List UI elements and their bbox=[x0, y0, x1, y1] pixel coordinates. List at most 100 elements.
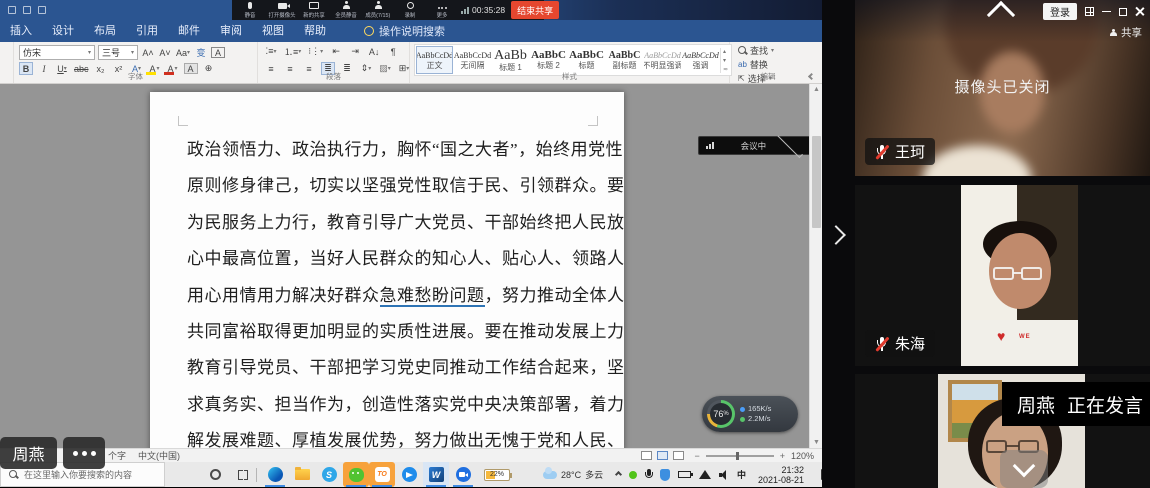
layout-grid-icon[interactable] bbox=[1085, 7, 1094, 16]
phonetic-guide-icon[interactable]: 变 bbox=[194, 46, 208, 59]
record-button[interactable]: 录制 bbox=[397, 1, 423, 19]
zoom-in-icon[interactable]: + bbox=[780, 451, 785, 461]
font-size-combo[interactable]: 三号▾ bbox=[98, 45, 138, 60]
tab-layout[interactable]: 布局 bbox=[84, 20, 126, 42]
font-name-combo[interactable]: 仿宋▾ bbox=[19, 45, 95, 60]
camera-button[interactable]: 打开摄像头 bbox=[269, 1, 295, 19]
grow-font-icon[interactable]: A˄ bbox=[141, 46, 155, 59]
tab-help[interactable]: 帮助 bbox=[294, 20, 336, 42]
language-status[interactable]: 中文(中国) bbox=[138, 449, 180, 462]
change-case-icon[interactable]: Aa▾ bbox=[175, 46, 191, 59]
battery-widget[interactable]: 22% bbox=[480, 462, 514, 487]
hidden-icons-chevron[interactable] bbox=[615, 471, 622, 478]
tray-speaker-icon[interactable] bbox=[719, 470, 729, 480]
read-mode-icon[interactable] bbox=[641, 451, 652, 460]
tray-mic-icon[interactable] bbox=[645, 469, 652, 481]
quick-access-toolbar[interactable] bbox=[8, 6, 46, 14]
style-normal[interactable]: AaBbCcDd正文 bbox=[416, 46, 453, 74]
style-subtitle[interactable]: AaBbC副标题 bbox=[606, 46, 643, 74]
styles-scroll-down-icon[interactable]: ▾ bbox=[723, 57, 728, 64]
shrink-font-icon[interactable]: A˅ bbox=[158, 46, 172, 59]
decrease-indent-icon[interactable]: ⇤ bbox=[329, 45, 343, 58]
web-layout-icon[interactable] bbox=[673, 451, 684, 460]
redo-icon[interactable] bbox=[38, 6, 46, 14]
print-layout-icon[interactable] bbox=[657, 451, 668, 460]
video-tile-wangke[interactable]: 登录 共享 摄像头已关闭 王珂 bbox=[855, 0, 1150, 176]
mute-button[interactable]: 静音 bbox=[237, 1, 263, 19]
increase-indent-icon[interactable]: ⇥ bbox=[348, 45, 362, 58]
style-heading1[interactable]: AaBb标题 1 bbox=[492, 46, 529, 74]
style-subtle-emphasis[interactable]: AaBbCcDd不明显强调 bbox=[644, 46, 681, 74]
word-taskbar-button[interactable]: W bbox=[423, 462, 449, 487]
scroll-down-icon[interactable]: ▼ bbox=[813, 439, 820, 446]
members-button[interactable]: 成员(7/15) bbox=[365, 1, 391, 19]
maximize-icon[interactable] bbox=[1119, 8, 1127, 16]
to-app-button[interactable]: TO bbox=[369, 462, 395, 487]
numbering-icon[interactable]: ⒈≡▾ bbox=[283, 45, 302, 58]
meeting-app-button[interactable] bbox=[450, 462, 476, 487]
floating-more-chip[interactable] bbox=[63, 437, 105, 469]
multilevel-list-icon[interactable]: ⁝⋮▾ bbox=[307, 45, 324, 58]
cortana-button[interactable] bbox=[202, 462, 228, 487]
floating-participant-chip[interactable]: 周燕 bbox=[0, 437, 57, 469]
browser-360-button[interactable]: S bbox=[316, 462, 342, 487]
zoom-out-icon[interactable]: − bbox=[694, 451, 699, 461]
wechat-button[interactable] bbox=[343, 462, 369, 487]
style-heading2[interactable]: AaBbC标题 2 bbox=[530, 46, 567, 74]
tray-green-dot-icon[interactable] bbox=[629, 471, 637, 479]
show-marks-icon[interactable]: ¶ bbox=[386, 45, 400, 58]
ime-indicator[interactable]: 中 bbox=[737, 468, 746, 481]
sort-icon[interactable]: A↓ bbox=[367, 45, 381, 58]
tab-review[interactable]: 审阅 bbox=[210, 20, 252, 42]
document-page[interactable]: 政治领悟力、政治执行力，胸怀“国之大者”，始终用党性 原则修身律己，切实以坚强党… bbox=[150, 92, 624, 448]
panel-collapse-strip[interactable] bbox=[822, 0, 855, 488]
scroll-down-button[interactable] bbox=[1000, 450, 1048, 488]
tell-me-search[interactable]: 操作说明搜索 bbox=[379, 23, 445, 39]
end-share-button[interactable]: 结束共享 bbox=[511, 1, 559, 19]
zoom-slider[interactable] bbox=[706, 455, 774, 457]
word-count[interactable]: 个字 bbox=[108, 449, 126, 462]
tab-mailings[interactable]: 邮件 bbox=[168, 20, 210, 42]
save-icon[interactable] bbox=[8, 6, 16, 14]
replace-button[interactable]: ab替换 bbox=[738, 58, 774, 71]
styles-scroll-up-icon[interactable]: ▴ bbox=[723, 48, 728, 55]
zoom-level[interactable]: 120% bbox=[791, 451, 814, 461]
document-scrollbar[interactable]: ▲ ▼ bbox=[809, 84, 822, 448]
scroll-up-icon[interactable]: ▲ bbox=[813, 86, 820, 93]
performance-widget[interactable]: 76% 165K/s 2.2M/s bbox=[702, 396, 798, 432]
tab-view[interactable]: 视图 bbox=[252, 20, 294, 42]
tray-shield-icon[interactable] bbox=[660, 469, 670, 481]
video-tile-zhouyan[interactable]: 周燕 正在发言 bbox=[855, 374, 1150, 488]
collapse-ribbon-icon[interactable] bbox=[808, 73, 815, 80]
scrollbar-thumb[interactable] bbox=[812, 136, 821, 228]
mute-all-button[interactable]: 全员静音 bbox=[333, 1, 359, 19]
style-no-spacing[interactable]: AaBbCcDd无间隔 bbox=[454, 46, 491, 74]
doc-line: 教育引导党员、干部把学习党史同推动工作结合起来，坚持 bbox=[187, 350, 591, 386]
edge-button[interactable] bbox=[262, 462, 288, 487]
taskbar-clock[interactable]: 21:32 2021-08-21 bbox=[752, 462, 804, 487]
share-button[interactable]: 共享 bbox=[1109, 25, 1142, 40]
cloud-icon bbox=[543, 471, 557, 479]
weather-widget[interactable]: 28°C 多云 bbox=[543, 462, 603, 487]
character-border-icon[interactable]: A bbox=[211, 47, 225, 58]
tab-insert[interactable]: 插入 bbox=[0, 20, 42, 42]
style-emphasis[interactable]: AaBbCcDd强调 bbox=[682, 46, 719, 74]
more-button[interactable]: 更多 bbox=[429, 1, 455, 19]
tray-battery-icon[interactable] bbox=[678, 471, 691, 478]
tab-references[interactable]: 引用 bbox=[126, 20, 168, 42]
document-text[interactable]: 政治领悟力、政治执行力，胸怀“国之大者”，始终用党性 原则修身律己，切实以坚强党… bbox=[187, 132, 591, 448]
new-share-button[interactable]: 新的共享 bbox=[301, 1, 327, 19]
video-tile-zhuhai[interactable]: ♥WE 朱海 bbox=[855, 185, 1150, 366]
login-button[interactable]: 登录 bbox=[1043, 3, 1077, 20]
bullets-icon[interactable]: ⁚≡▾ bbox=[264, 45, 278, 58]
send-app-button[interactable] bbox=[396, 462, 422, 487]
style-title[interactable]: AaBbC标题 bbox=[568, 46, 605, 74]
close-icon[interactable] bbox=[1135, 7, 1144, 16]
tab-design[interactable]: 设计 bbox=[42, 20, 84, 42]
find-button[interactable]: 查找▾ bbox=[738, 44, 774, 57]
meeting-status-pill[interactable]: 会议中 bbox=[698, 136, 814, 155]
undo-icon[interactable] bbox=[23, 6, 31, 14]
minimize-icon[interactable] bbox=[1102, 11, 1111, 13]
tray-wifi-icon[interactable] bbox=[699, 470, 711, 479]
file-explorer-button[interactable] bbox=[289, 462, 315, 487]
